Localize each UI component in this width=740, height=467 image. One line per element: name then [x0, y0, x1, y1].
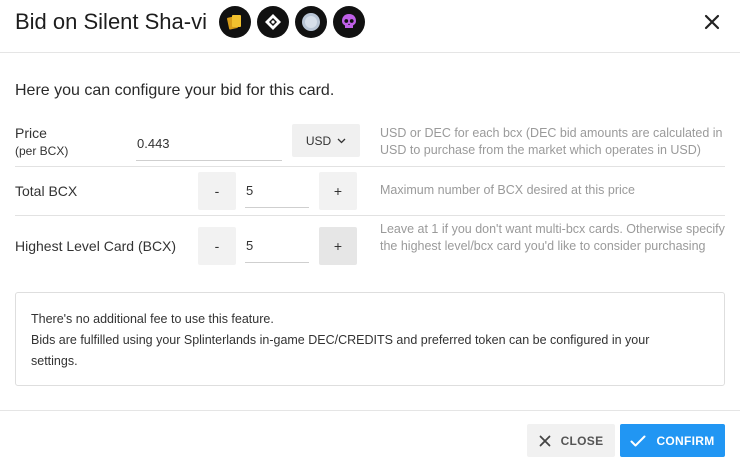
notice-line-3: settings.: [31, 354, 78, 368]
price-input[interactable]: [136, 126, 282, 161]
total-bcx-decrement-button[interactable]: -: [198, 172, 236, 210]
checkmark-icon: [630, 435, 646, 446]
confirm-button-label: CONFIRM: [656, 433, 715, 448]
card-icon: [219, 6, 251, 38]
price-sublabel: (per BCX): [15, 144, 69, 158]
divider: [15, 166, 725, 167]
diamond-icon: [257, 6, 289, 38]
divider: [15, 215, 725, 216]
highest-level-label: Highest Level Card (BCX): [15, 238, 177, 254]
highest-level-help: Leave at 1 if you don't want multi-bcx c…: [380, 222, 725, 253]
total-bcx-increment-button[interactable]: +: [319, 172, 357, 210]
currency-value: USD: [305, 133, 332, 148]
card-badges: [219, 6, 365, 38]
dialog-header: Bid on Silent Sha-vi: [0, 0, 740, 53]
intro-text: Here you can configure your bid for this…: [15, 82, 335, 99]
neutral-orb-icon: [295, 6, 327, 38]
close-icon: [539, 435, 550, 446]
highest-level-increment-button[interactable]: +: [319, 227, 357, 265]
confirm-button[interactable]: CONFIRM: [620, 424, 725, 457]
skull-icon: [333, 6, 365, 38]
chevron-down-icon: [337, 138, 346, 143]
total-bcx-input[interactable]: [245, 173, 309, 208]
close-button-label: CLOSE: [560, 433, 604, 448]
price-help: USD or DEC for each bcx (DEC bid amounts…: [380, 126, 723, 157]
close-icon[interactable]: [700, 10, 724, 34]
price-label: Price: [15, 125, 47, 141]
total-bcx-help: Maximum number of BCX desired at this pr…: [380, 183, 635, 197]
close-button[interactable]: CLOSE: [527, 424, 615, 457]
currency-select[interactable]: USD: [292, 124, 360, 157]
fee-notice: There's no additional fee to use this fe…: [15, 292, 725, 386]
dialog-title: Bid on Silent Sha-vi: [15, 9, 207, 34]
footer-divider: [0, 410, 740, 411]
highest-level-decrement-button[interactable]: -: [198, 227, 236, 265]
notice-line-1: There's no additional fee to use this fe…: [31, 312, 274, 326]
highest-level-input[interactable]: [245, 228, 309, 263]
total-bcx-label: Total BCX: [15, 183, 78, 199]
notice-line-2: Bids are fulfilled using your Splinterla…: [31, 333, 650, 347]
